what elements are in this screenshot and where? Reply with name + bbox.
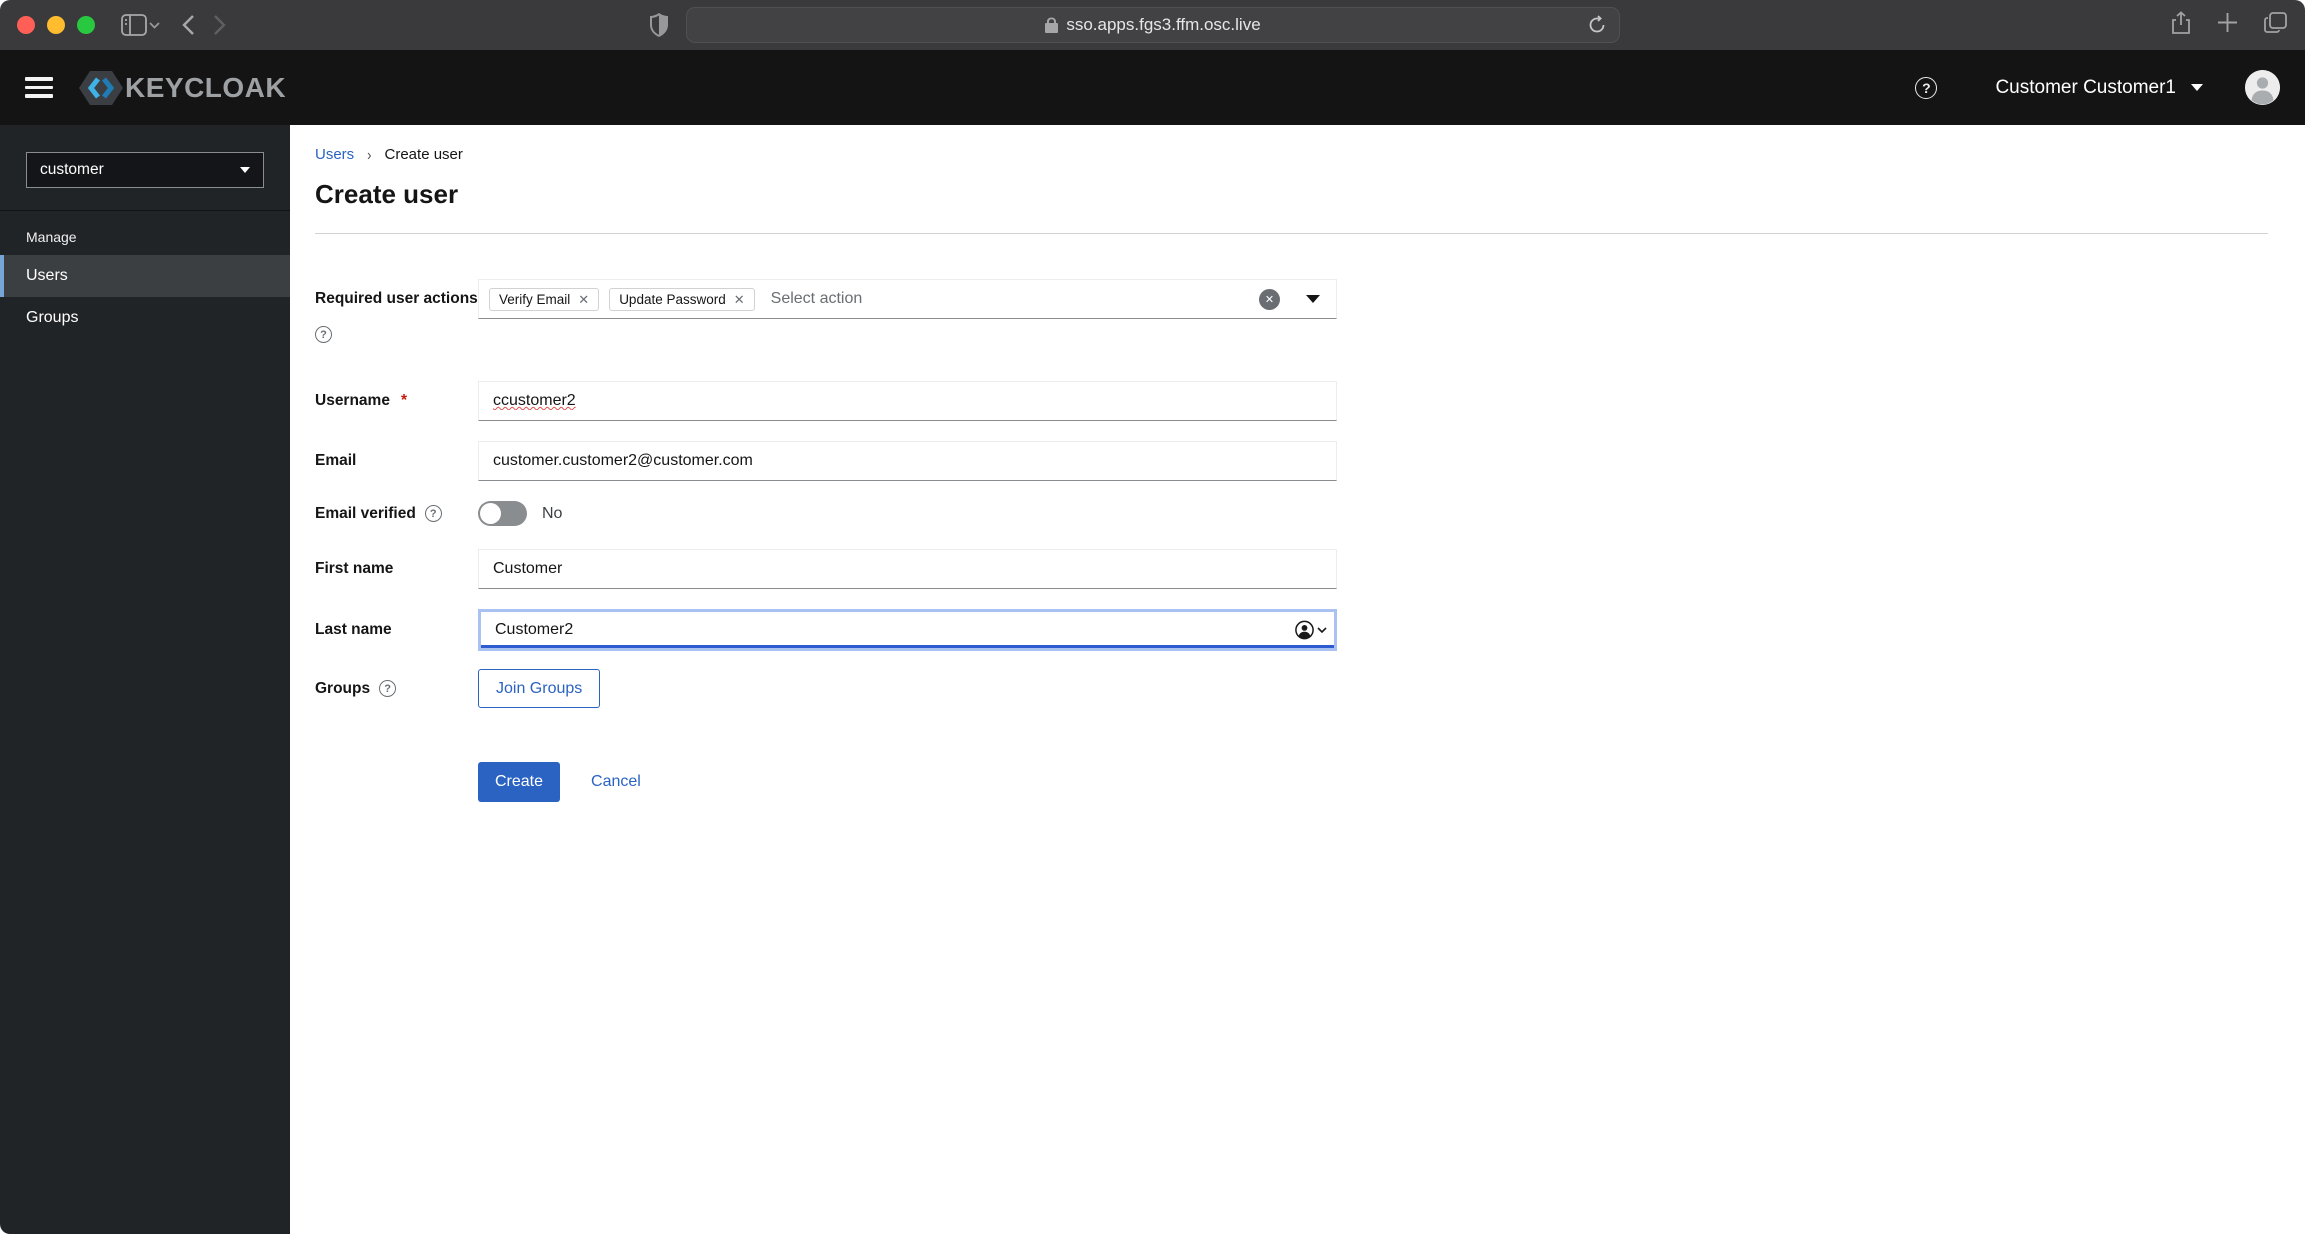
chevron-down-icon [2191,84,2203,91]
email-verified-label-cell: Email verified ? [315,505,478,523]
nav-section-label: Manage [26,229,77,245]
username-label-cell: Username * [315,392,478,410]
first-name-label: First name [315,560,394,577]
required-actions-label-cell: Required user actions ? [315,279,478,343]
create-user-form: Required user actions ? Verify Email ✕ U… [315,279,2268,802]
zoom-window-button[interactable] [77,16,95,34]
first-name-label-cell: First name [315,560,478,578]
form-actions: Create Cancel [478,762,2268,802]
email-input[interactable] [478,441,1337,481]
email-label-cell: Email [315,452,478,470]
back-icon[interactable] [182,14,195,36]
chip-label: Verify Email [499,291,571,307]
required-asterisk: * [400,392,408,409]
sidebar-toggle-icon[interactable] [121,14,147,36]
realm-selector[interactable]: customer [26,152,264,188]
join-groups-button[interactable]: Join Groups [478,669,601,708]
lock-icon [1045,17,1059,33]
groups-label-cell: Groups ? [315,680,478,698]
multiselect-placeholder[interactable]: Select action [771,290,863,308]
breadcrumb: Users › Create user [315,145,2268,164]
sidebar-item-users[interactable]: Users [0,255,290,297]
chip-verify-email: Verify Email ✕ [489,287,600,311]
last-name-label-cell: Last name [315,621,478,639]
traffic-lights [17,16,95,34]
address-text: sso.apps.fgs3.ffm.osc.live [1066,15,1261,34]
forward-icon[interactable] [213,14,226,36]
last-name-input[interactable] [478,609,1337,651]
help-icon[interactable]: ? [424,505,442,522]
browser-window: sso.apps.fgs3.ffm.osc.live KEYCLOAK ? Cu… [0,0,2305,1234]
chip-update-password: Update Password ✕ [609,287,755,311]
sidebar-item-label: Users [26,267,68,284]
chevron-down-icon[interactable] [1306,295,1320,303]
breadcrumb-users-link[interactable]: Users [315,146,354,163]
masthead-right: ? Customer Customer1 [1915,70,2305,105]
chevron-right-icon: › [367,145,372,164]
email-verified-toggle[interactable] [478,501,527,526]
realm-name: customer [40,161,104,178]
reload-icon[interactable] [1587,15,1607,40]
keycloak-hexagon-icon [79,70,123,105]
toggle-knob [480,503,501,524]
help-icon[interactable]: ? [315,326,332,343]
close-window-button[interactable] [17,16,35,34]
divider [315,233,2268,234]
address-bar[interactable]: sso.apps.fgs3.ffm.osc.live [686,7,1620,43]
username-row: Username * [315,381,2268,421]
masthead: KEYCLOAK ? Customer Customer1 [0,50,2305,125]
avatar[interactable] [2245,70,2280,105]
sidebar-item-label: Groups [26,309,79,326]
first-name-row: First name [315,549,2268,589]
groups-label: Groups [315,679,371,697]
help-icon[interactable]: ? [1915,76,1938,99]
email-verified-label: Email verified [315,504,416,522]
email-verified-row: Email verified ? No [315,501,2268,526]
chip-label: Update Password [619,291,726,307]
email-verified-state: No [542,504,563,522]
privacy-shield-icon[interactable] [650,13,668,42]
remove-chip-icon[interactable]: ✕ [734,293,745,306]
last-name-row: Last name [315,609,2268,651]
user-menu-button[interactable]: Customer Customer1 [1995,77,2203,99]
autofill-contact-icon[interactable] [1295,620,1327,640]
first-name-input[interactable] [478,549,1337,589]
email-row: Email [315,441,2268,481]
global-nav-toggle-icon[interactable] [25,77,53,98]
chevron-down-icon [240,167,250,173]
last-name-label: Last name [315,621,392,638]
realm-selector-zone: customer [0,125,290,211]
new-tab-icon[interactable] [2217,12,2238,38]
sidebar-item-groups[interactable]: Groups [0,297,290,339]
username-input[interactable] [478,381,1337,421]
groups-row: Groups ? Join Groups [315,669,2268,708]
cancel-button[interactable]: Cancel [591,773,641,791]
username-label: Username [315,392,390,409]
required-actions-multiselect[interactable]: Verify Email ✕ Update Password ✕ Select … [478,279,1337,319]
email-label: Email [315,452,357,469]
sidebar: customer Manage Users Groups [0,125,290,1234]
clear-all-icon[interactable]: ✕ [1259,288,1280,310]
help-icon[interactable]: ? [379,680,397,697]
brand-text: KEYCLOAK [125,71,287,103]
keycloak-logo[interactable]: KEYCLOAK [79,68,286,108]
sidebar-chevron-icon[interactable] [149,16,160,34]
required-actions-label: Required user actions [315,290,478,307]
minimize-window-button[interactable] [47,16,65,34]
tab-overview-icon[interactable] [2264,11,2287,39]
breadcrumb-current: Create user [384,146,463,163]
share-icon[interactable] [2171,10,2191,40]
browser-toolbar: sso.apps.fgs3.ffm.osc.live [0,0,2305,50]
page-title: Create user [315,179,459,209]
toolbar-right-icons [2171,0,2287,50]
create-button[interactable]: Create [478,762,561,802]
remove-chip-icon[interactable]: ✕ [578,293,589,306]
user-name: Customer Customer1 [1995,76,2176,98]
main-content: Users › Create user Create user Required… [290,125,2305,1234]
required-actions-row: Required user actions ? Verify Email ✕ U… [315,279,2268,343]
